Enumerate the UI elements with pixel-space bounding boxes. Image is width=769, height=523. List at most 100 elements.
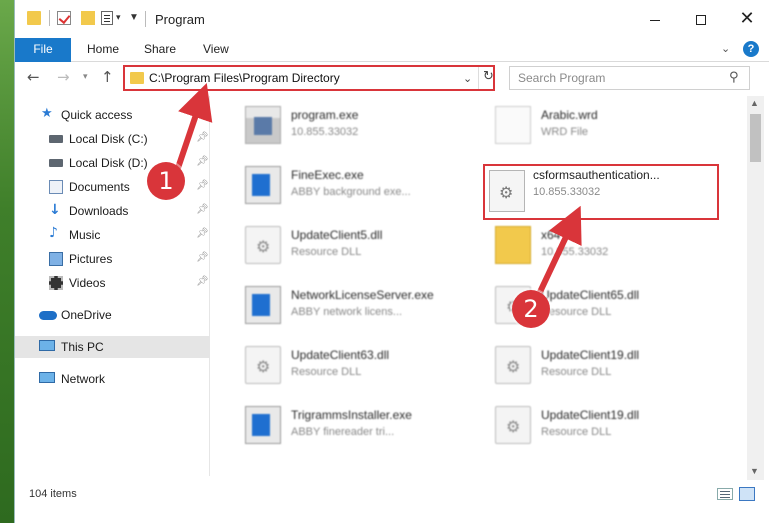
file-name: program.exe [291, 108, 359, 122]
file-name: x64 [541, 228, 561, 242]
sidebar-item-quick-access[interactable]: ★ Quick access [15, 104, 210, 126]
file-list: program.exe 10.855.33032 Arabic.wrd WRD … [211, 96, 747, 476]
exe-icon [245, 106, 281, 144]
close-icon: ✕ [739, 8, 755, 29]
tab-file[interactable]: File [15, 38, 71, 62]
music-icon: ♪ [49, 225, 58, 241]
pin-icon[interactable]: 📌︎ [196, 132, 209, 143]
sidebar-item-onedrive[interactable]: OneDrive [15, 304, 210, 326]
pictures-icon [49, 252, 63, 266]
folder-icon [495, 226, 531, 264]
new-folder-icon[interactable] [81, 11, 95, 25]
forward-arrow-icon[interactable]: → [57, 68, 70, 86]
address-path[interactable]: C:\Program Files\Program Directory [149, 71, 340, 85]
pin-icon[interactable]: 📌︎ [196, 276, 209, 287]
tab-home[interactable]: Home [75, 38, 131, 62]
file-meta: ABBY finereader tri... [291, 426, 395, 438]
file-meta: Resource DLL [541, 426, 612, 438]
file-name: UpdateClient19.dll [541, 348, 640, 362]
scroll-up-icon[interactable]: ▲ [750, 98, 759, 108]
search-placeholder[interactable]: Search Program [518, 71, 605, 85]
pin-icon[interactable]: 📌︎ [196, 156, 209, 167]
chevron-down-icon[interactable]: ⌄ [463, 72, 472, 85]
sidebar-item-network[interactable]: Network [15, 368, 210, 390]
file-name: TrigrammsInstaller.exe [291, 408, 412, 422]
minimize-button[interactable] [632, 0, 678, 38]
step-badge-2: 2 [512, 290, 550, 328]
dll-icon [495, 346, 531, 384]
file-item[interactable]: UpdateClient5.dll Resource DLL [245, 222, 475, 272]
wrd-file-icon [495, 106, 531, 144]
file-meta: Resource DLL [541, 366, 612, 378]
sidebar-item-local-disk-c[interactable]: Local Disk (C:) 📌︎ [15, 128, 210, 150]
dll-icon [245, 346, 281, 384]
refresh-icon[interactable]: ↻ [483, 69, 494, 84]
customize-toolbar-icon[interactable]: ▼ [129, 12, 139, 23]
sidebar-item-this-pc[interactable]: This PC [15, 336, 210, 358]
sidebar-item-downloads[interactable]: ↓ Downloads 📌︎ [15, 200, 210, 222]
vertical-scrollbar[interactable]: ▲ ▼ [747, 96, 764, 480]
maximize-icon [696, 15, 706, 26]
dll-icon [489, 170, 525, 212]
highlighted-file-item[interactable]: csformsauthentication... 10.855.33032 [483, 164, 719, 220]
details-view-icon[interactable] [717, 488, 733, 500]
sidebar-item-videos[interactable]: Videos 📌︎ [15, 272, 210, 294]
properties-check-icon[interactable] [57, 11, 71, 25]
pin-icon[interactable]: 📌︎ [196, 204, 209, 215]
pin-icon[interactable]: 📌︎ [196, 228, 209, 239]
back-arrow-icon[interactable]: ← [27, 68, 40, 86]
file-meta: Resource DLL [291, 246, 362, 258]
scroll-down-icon[interactable]: ▼ [750, 466, 759, 476]
tab-view[interactable]: View [191, 38, 241, 62]
file-item[interactable]: Arabic.wrd WRD File [495, 102, 725, 152]
file-meta: 10.855.33032 [533, 186, 601, 198]
file-meta: ABBY background exe... [291, 186, 411, 198]
recent-locations-icon[interactable]: ▾ [83, 72, 88, 82]
pin-icon[interactable]: 📌︎ [196, 252, 209, 263]
search-input[interactable]: Search Program ⚲ [509, 66, 750, 90]
expand-ribbon-icon[interactable]: ⌄ [721, 42, 730, 55]
file-meta: Resource DLL [291, 366, 362, 378]
file-item[interactable]: x64 10.855.33032 [495, 222, 725, 272]
title-divider [145, 11, 146, 27]
scroll-thumb[interactable] [750, 114, 761, 162]
sidebar-item-pictures[interactable]: Pictures 📌︎ [15, 248, 210, 270]
navigation-bar: ← → ▾ ↑ C:\Program Files\Program Directo… [15, 62, 769, 96]
help-icon[interactable]: ? [743, 41, 759, 57]
chevron-down-icon[interactable]: ▾ [116, 12, 121, 23]
close-button[interactable]: ✕ [724, 0, 769, 38]
address-bar[interactable]: C:\Program Files\Program Directory ⌄ ↻ [123, 65, 495, 91]
status-bar: 104 items [15, 482, 769, 504]
file-item[interactable]: FineExec.exe ABBY background exe... [245, 162, 475, 212]
file-item[interactable]: NetworkLicenseServer.exe ABBY network li… [245, 282, 475, 332]
pin-icon[interactable]: 📌︎ [196, 180, 209, 191]
app-icon [245, 286, 281, 324]
file-item[interactable]: UpdateClient19.dll Resource DLL [495, 342, 725, 392]
large-icons-view-icon[interactable] [739, 487, 755, 501]
file-meta: 10.855.33032 [291, 126, 359, 138]
sidebar-item-music[interactable]: ♪ Music 📌︎ [15, 224, 210, 246]
file-item[interactable]: UpdateClient19.dll Resource DLL [495, 402, 725, 452]
file-meta: 10.855.33032 [541, 246, 609, 258]
file-item[interactable]: TrigrammsInstaller.exe ABBY finereader t… [245, 402, 475, 452]
properties-icon[interactable] [101, 11, 113, 25]
up-arrow-icon[interactable]: ↑ [101, 68, 114, 86]
step-badge-1: 1 [147, 162, 185, 200]
folder-icon [130, 72, 144, 84]
file-meta: Resource DLL [541, 306, 612, 318]
tab-share[interactable]: Share [132, 38, 188, 62]
navigation-pane: ★ Quick access Local Disk (C:) 📌︎ Local … [15, 96, 210, 476]
dll-icon [495, 406, 531, 444]
folder-icon[interactable] [27, 11, 41, 25]
maximize-button[interactable] [678, 0, 724, 38]
file-item[interactable]: UpdateClient63.dll Resource DLL [245, 342, 475, 392]
disk-icon [49, 159, 63, 167]
file-name: UpdateClient5.dll [291, 228, 383, 242]
network-icon [39, 372, 55, 383]
file-name: NetworkLicenseServer.exe [291, 288, 434, 302]
sidebar-item-label: Pictures [69, 252, 113, 266]
search-icon[interactable]: ⚲ [729, 70, 739, 85]
file-item[interactable]: program.exe 10.855.33032 [245, 102, 475, 152]
star-icon: ★ [41, 106, 53, 121]
computer-icon [39, 340, 55, 351]
